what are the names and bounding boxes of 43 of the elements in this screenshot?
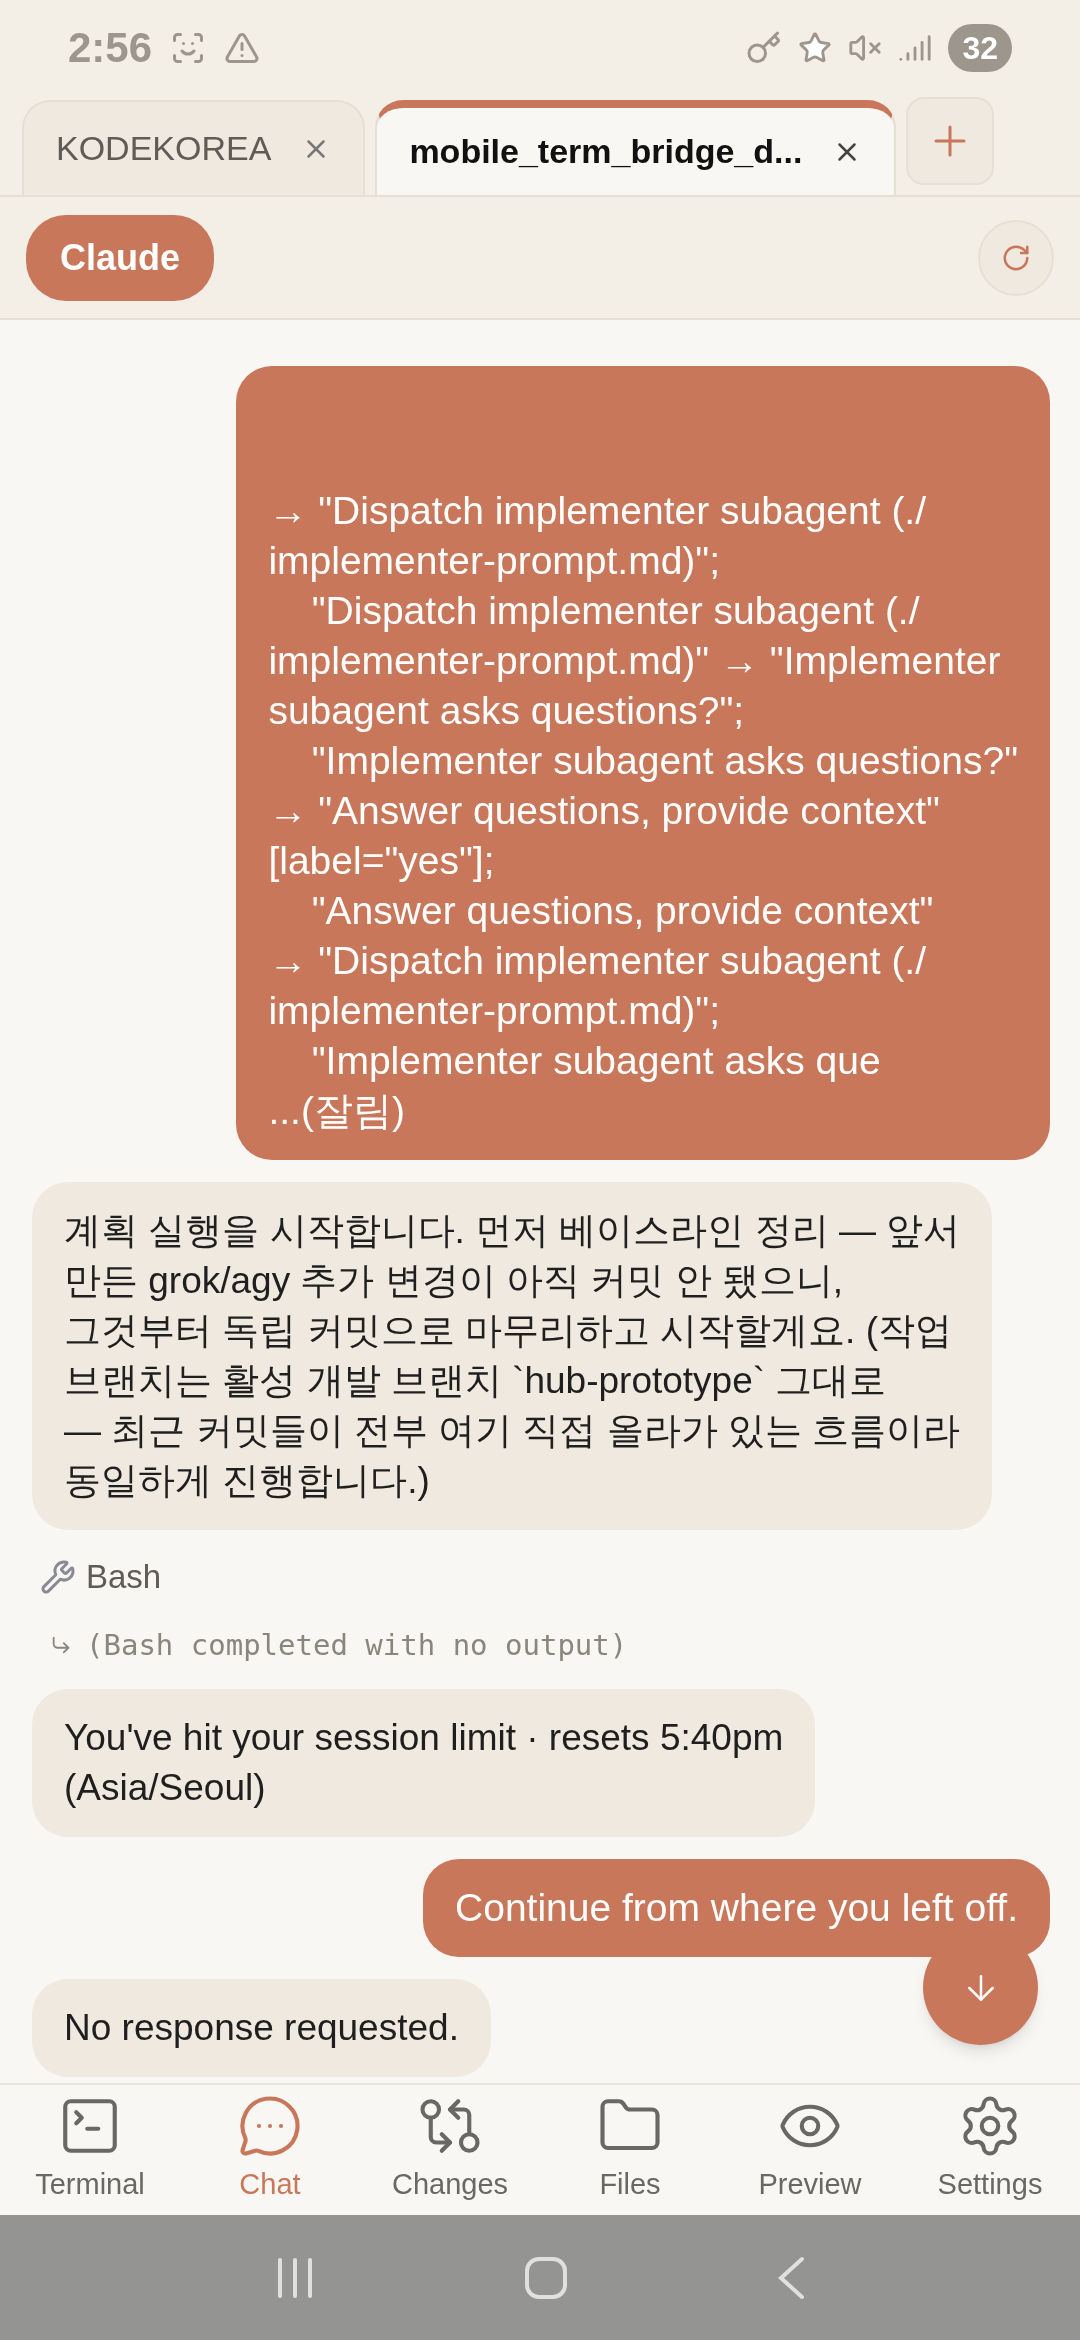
wrench-icon [40,1558,76,1595]
message-line: → "Dispatch implementer subagent (./ [268,938,928,984]
battery-indicator: 32 [948,23,1012,72]
message-line: "Implementer subagent asks questions?" [310,738,1018,784]
message-line: "Answer questions, provide context" [310,888,935,934]
nav-tab[interactable]: Preview [720,2093,900,2215]
message-line: — 최근 커밋들이 전부 여기 직접 올라가 있는 흐름이라 [64,1409,961,1453]
home-icon[interactable] [524,2255,568,2300]
message-line: "Dispatch implementer subagent (./ [310,588,921,634]
message-line: subagent asks questions?"; [268,688,746,734]
message-line: No response requested. [64,2006,459,2050]
message-line: ...(잘림) [268,1088,406,1134]
message-line: implementer-prompt.md)" → "Implementer [268,638,1002,684]
agent-button[interactable]: Claude [26,214,215,301]
nav-tab[interactable]: Settings [900,2093,1080,2215]
message-line: → "Dispatch implementer subagent (./ [268,488,928,534]
message-line: 브랜치는 활성 개발 브랜치 `hub-prototype` 그대로 [64,1359,888,1403]
message-line: "Implementer subagent asks que [310,1038,882,1084]
nav-tab[interactable]: Changes [360,2093,540,2215]
new-tab-button[interactable] [906,97,995,185]
message-line: You've hit your session limit · resets 5:40pm [64,1716,784,1760]
message-line: (Bash completed with no output) [86,1626,628,1664]
message-line: 계획 실행을 시작합니다. 먼저 베이스라인 정리 — 앞서 [64,1209,961,1253]
message-line: [label="yes"]; [268,838,496,884]
star-icon [798,30,833,65]
message-line: 그것부터 독립 커밋으로 마무리하고 시작할게요. (작업 [64,1309,953,1353]
nav-tab[interactable]: Chat [180,2093,360,2215]
message-line: 동일하게 진행합니다.) [64,1459,431,1503]
back-icon[interactable] [776,2255,806,2300]
message-line: → "Answer questions, provide context" [268,788,941,834]
message-line: implementer-prompt.md)"; [268,538,722,584]
nav-tab[interactable]: Terminal [0,2093,180,2215]
message-line: (Asia/Seoul) [64,1766,267,1810]
nav-tab[interactable]: Files [540,2093,720,2215]
tab[interactable]: KODEKOREA [22,100,366,195]
status-time: 2:56 [68,23,153,73]
message-line: 만든 grok/agy 추가 변경이 아직 커밋 안 됐으니, [64,1259,845,1303]
message-line: Continue from where you left off. [455,1885,1018,1931]
message-line: implementer-prompt.md)"; [268,988,722,1034]
message-line: Bash [86,1557,162,1597]
chat-bubble-icon [237,2093,303,2159]
tab[interactable]: mobile_term_bridge_d... [375,100,897,195]
key-icon [746,29,783,66]
